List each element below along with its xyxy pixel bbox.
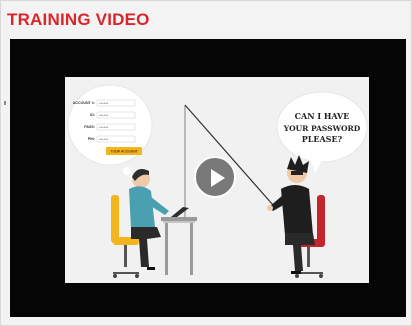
- play-icon: [211, 169, 225, 187]
- your-account-button-label: YOUR ACCOUNT: [110, 150, 138, 154]
- form-label: ACCOUNT #:: [73, 101, 95, 105]
- training-video-panel: TRAINING VIDEO ACCOUNT #: ****** ID: ***…: [0, 0, 412, 326]
- speech-line-2: YOUR PASSWORD: [283, 124, 361, 133]
- play-button[interactable]: [194, 156, 236, 198]
- form-value: ******: [99, 137, 109, 142]
- speech-line-3: PLEASE?: [302, 134, 343, 144]
- section-title: TRAINING VIDEO: [7, 10, 150, 29]
- scroll-marker: [4, 101, 6, 105]
- form-value: ******: [99, 101, 109, 106]
- form-value: ******: [99, 113, 109, 118]
- form-label: ID:: [90, 113, 95, 117]
- form-value: ******: [99, 125, 109, 130]
- form-bubble: [67, 84, 153, 181]
- speech-line-1: CAN I HAVE: [295, 111, 350, 121]
- form-label: PASS:: [84, 125, 95, 129]
- form-label: PIN:: [88, 137, 95, 141]
- desk: [161, 207, 197, 275]
